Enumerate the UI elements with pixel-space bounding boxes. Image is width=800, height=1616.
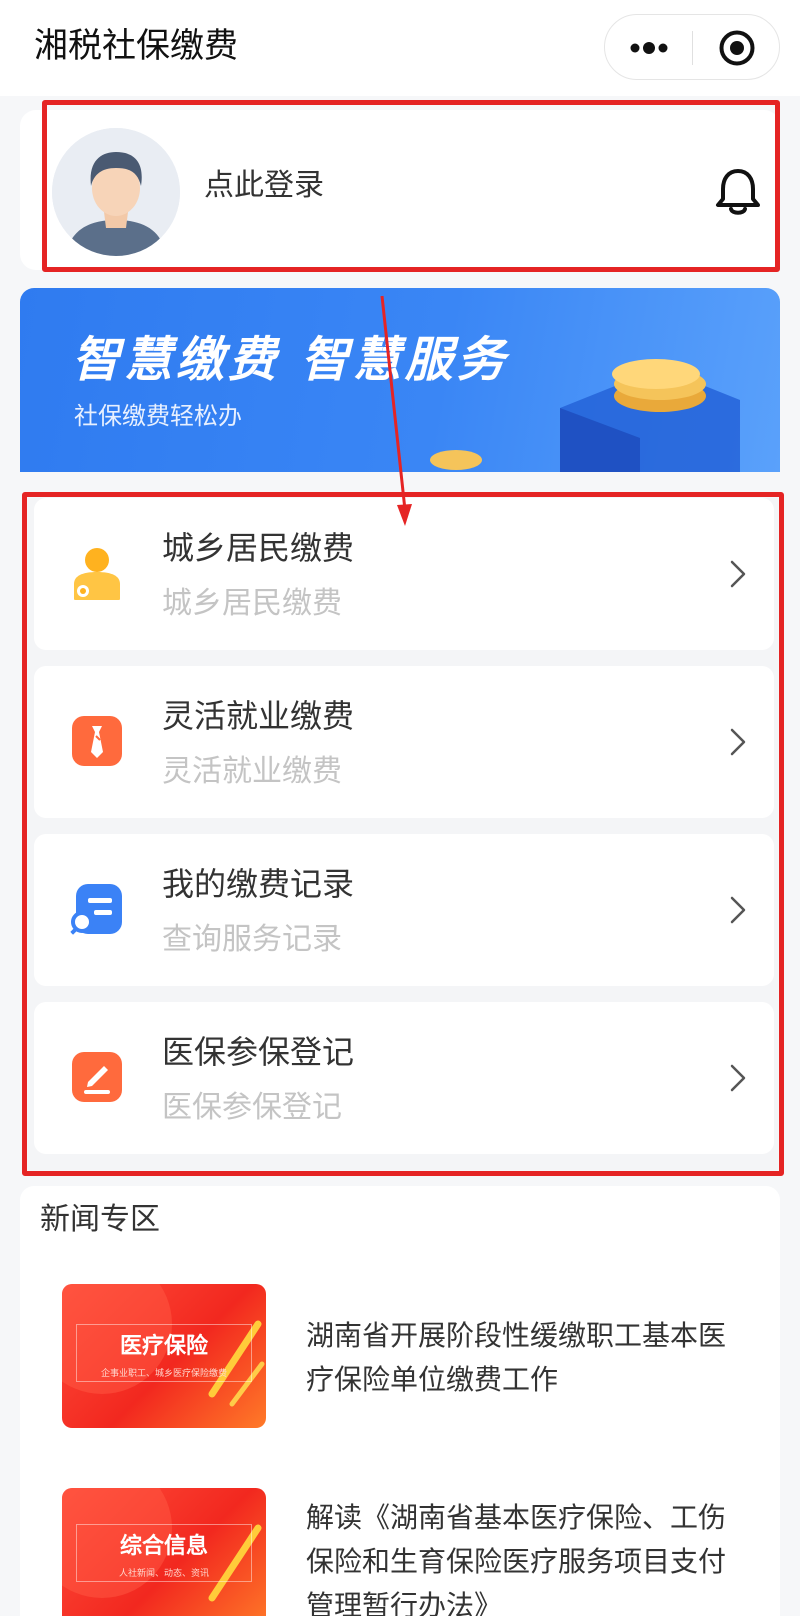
record-search-icon — [69, 884, 122, 936]
service-subtitle: 医保参保登记 — [162, 1090, 342, 1125]
service-menu: 城乡居民缴费 城乡居民缴费 灵活就业缴费 灵活就业缴费 我的缴费记录 查询服务记… — [28, 498, 778, 1170]
service-subtitle: 城乡居民缴费 — [162, 586, 342, 621]
more-button[interactable] — [605, 15, 692, 81]
news-section: 新闻专区 医疗保险 企事业职工、城乡医疗保险缴费 湖南省开展阶段性缓缴职工基本医… — [20, 1186, 780, 1616]
mini-program-capsule — [604, 14, 780, 80]
promo-banner[interactable]: 智慧缴费 智慧服务 社保缴费轻松办 — [20, 288, 780, 472]
chevron-right-icon — [730, 896, 746, 924]
news-item[interactable]: 医疗保险 企事业职工、城乡医疗保险缴费 湖南省开展阶段性缓缴职工基本医疗保险单位… — [20, 1284, 780, 1444]
more-dots-icon — [630, 42, 667, 54]
chevron-right-icon — [730, 1064, 746, 1092]
thumbnail-caption: 人社新闻、动态、资讯 — [118, 1569, 209, 1579]
service-item-payment-records[interactable]: 我的缴费记录 查询服务记录 — [34, 834, 774, 986]
service-title: 医保参保登记 — [162, 1033, 355, 1071]
news-thumbnail[interactable]: 医疗保险 企事业职工、城乡医疗保险缴费 — [62, 1284, 266, 1428]
target-circle-icon — [719, 30, 755, 66]
close-mini-program-button[interactable] — [693, 15, 781, 81]
thumbnail-caption: 企事业职工、城乡医疗保险缴费 — [100, 1369, 227, 1379]
login-prompt[interactable]: 点此登录 — [204, 166, 324, 206]
service-title: 我的缴费记录 — [162, 865, 355, 903]
notification-button[interactable] — [708, 162, 768, 222]
service-item-resident-payment[interactable]: 城乡居民缴费 城乡居民缴费 — [34, 498, 774, 650]
resident-person-icon — [74, 548, 120, 600]
thumbnail-title: 医疗保险 — [119, 1334, 208, 1359]
banner-title: 智慧缴费 智慧服务 — [72, 332, 509, 388]
chevron-right-icon — [730, 728, 746, 756]
news-title[interactable]: 湖南省开展阶段性缓缴职工基本医疗保险单位缴费工作 — [306, 1314, 746, 1402]
app-header: 湘税社保缴费 — [0, 0, 800, 96]
necktie-icon — [72, 716, 122, 766]
news-heading: 新闻专区 — [40, 1202, 160, 1237]
pencil-edit-icon — [72, 1052, 122, 1102]
profile-card[interactable]: 点此登录 — [20, 110, 780, 270]
service-title: 城乡居民缴费 — [162, 529, 355, 567]
chevron-right-icon — [730, 560, 746, 588]
service-item-flexible-employment[interactable]: 灵活就业缴费 灵活就业缴费 — [34, 666, 774, 818]
service-title: 灵活就业缴费 — [162, 697, 355, 735]
bell-icon — [716, 169, 760, 215]
thumbnail-title: 综合信息 — [119, 1534, 208, 1559]
news-thumbnail[interactable]: 综合信息 人社新闻、动态、资讯 — [62, 1488, 266, 1616]
news-title[interactable]: 解读《湖南省基本医疗保险、工伤保险和生育保险医疗服务项目支付管理暂行办法》 — [306, 1496, 746, 1616]
user-avatar-icon[interactable] — [52, 128, 180, 256]
service-item-medical-insurance-registration[interactable]: 医保参保登记 医保参保登记 — [34, 1002, 774, 1154]
service-subtitle: 查询服务记录 — [162, 922, 342, 957]
news-item[interactable]: 综合信息 人社新闻、动态、资讯 解读《湖南省基本医疗保险、工伤保险和生育保险医疗… — [20, 1488, 780, 1616]
service-subtitle: 灵活就业缴费 — [162, 754, 342, 789]
banner-subtitle: 社保缴费轻松办 — [74, 402, 242, 430]
page-title: 湘税社保缴费 — [34, 26, 238, 66]
